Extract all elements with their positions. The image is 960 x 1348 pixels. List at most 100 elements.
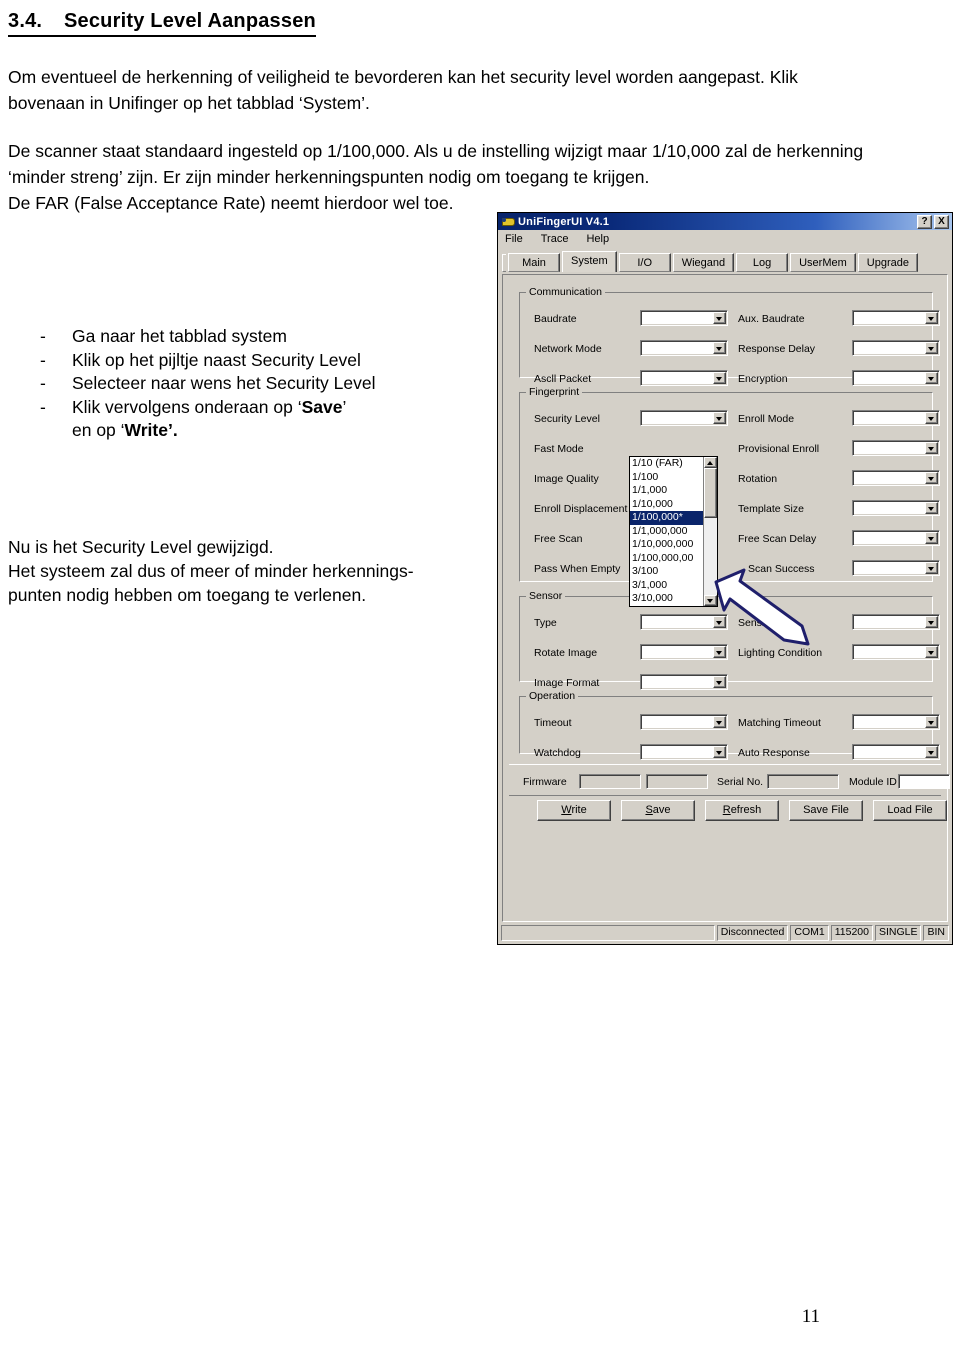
dropdown-option-selected[interactable]: 1/100,000*: [630, 511, 703, 525]
step-text: Selecteer naar wens het Security Level: [72, 373, 376, 393]
combo-aux-baudrate[interactable]: [852, 310, 940, 326]
menu-item-trace[interactable]: Trace: [539, 232, 571, 246]
chevron-down-icon[interactable]: [925, 312, 938, 324]
dropdown-option[interactable]: 1/1,000: [630, 484, 703, 498]
dropdown-option[interactable]: 1/10,000: [630, 498, 703, 512]
combo-rotate-image[interactable]: [640, 644, 728, 660]
steps-list: - Ga naar het tabblad system - Klik op het…: [8, 325, 478, 443]
chevron-down-icon[interactable]: [925, 442, 938, 454]
menu-bar: File Trace Help: [498, 230, 952, 248]
refresh-accel: R: [722, 804, 731, 816]
label-image-quality: Image Quality: [534, 473, 599, 485]
combo-baudrate[interactable]: [640, 310, 728, 326]
chevron-down-icon[interactable]: [713, 746, 726, 758]
write-button[interactable]: Write: [537, 800, 611, 821]
chevron-down-icon[interactable]: [925, 532, 938, 544]
combo-free-scan-delay[interactable]: [852, 530, 940, 546]
chevron-down-icon[interactable]: [925, 746, 938, 758]
chevron-down-icon[interactable]: [713, 342, 726, 354]
chevron-down-icon[interactable]: [713, 372, 726, 384]
dropdown-option[interactable]: 1/1,000,000: [630, 525, 703, 539]
dropdown-option[interactable]: 3/1,000: [630, 579, 703, 593]
combo-type[interactable]: [640, 614, 728, 630]
step-write-pre: en op ‘: [72, 420, 125, 440]
chevron-down-icon[interactable]: [925, 342, 938, 354]
combo-network-mode[interactable]: [640, 340, 728, 356]
tab-wiegand[interactable]: Wiegand: [672, 253, 735, 272]
chevron-down-icon[interactable]: [925, 716, 938, 728]
dropdown-option[interactable]: 1/10 (FAR): [630, 457, 703, 471]
label-template-size: Template Size: [738, 503, 804, 515]
scroll-up-icon[interactable]: [704, 457, 717, 468]
chevron-down-icon[interactable]: [713, 676, 726, 688]
status-baud: 115200: [830, 925, 873, 941]
status-message: [501, 925, 715, 941]
combo-auto-response[interactable]: [852, 744, 940, 760]
combo-response-delay[interactable]: [852, 340, 940, 356]
dropdown-option[interactable]: 1/100,000,00: [630, 552, 703, 566]
chevron-down-icon[interactable]: [713, 716, 726, 728]
chevron-down-icon[interactable]: [925, 372, 938, 384]
chevron-down-icon[interactable]: [713, 616, 726, 628]
label-serial-no: Serial No.: [717, 776, 764, 788]
tab-io[interactable]: I/O: [618, 253, 671, 272]
combo-timeout[interactable]: [640, 714, 728, 730]
combo-security-level[interactable]: [640, 410, 728, 426]
combo-ascll-packet[interactable]: [640, 370, 728, 386]
tab-upgrade[interactable]: Upgrade: [857, 253, 918, 272]
combo-template-size[interactable]: [852, 500, 940, 516]
dropdown-option[interactable]: 3/10,000: [630, 592, 703, 606]
tab-log[interactable]: Log: [736, 253, 789, 272]
paragraph-closing: Nu is het Security Level gewijzigd. Het …: [8, 537, 414, 605]
chevron-down-icon[interactable]: [925, 646, 938, 658]
scroll-down-icon[interactable]: [704, 594, 717, 606]
bullet-dash: -: [40, 373, 46, 393]
write-accel: W: [561, 804, 572, 816]
menu-item-file[interactable]: File: [503, 232, 525, 246]
dropdown-option[interactable]: 1/10,000,000: [630, 538, 703, 552]
chevron-down-icon[interactable]: [925, 616, 938, 628]
combo-encryption[interactable]: [852, 370, 940, 386]
combo-scan-success[interactable]: [852, 560, 940, 576]
save-button[interactable]: Save: [621, 800, 695, 821]
dropdown-option[interactable]: 3/100: [630, 565, 703, 579]
unifinger-window: UniFingerUI V4.1 ? X File Trace Help Mai…: [497, 212, 953, 945]
menu-item-help[interactable]: Help: [584, 232, 611, 246]
scrollbar-thumb[interactable]: [704, 468, 717, 518]
tab-usermem[interactable]: UserMem: [790, 253, 856, 272]
dropdown-option[interactable]: 1/100: [630, 471, 703, 485]
chevron-down-icon[interactable]: [713, 646, 726, 658]
combo-matching-timeout[interactable]: [852, 714, 940, 730]
chevron-down-icon[interactable]: [713, 412, 726, 424]
security-level-dropdown-list[interactable]: 1/10 (FAR) 1/100 1/1,000 1/10,000 1/100,…: [629, 456, 718, 607]
firmware-field-2: [646, 773, 708, 789]
status-port: COM1: [790, 925, 829, 941]
refresh-button[interactable]: Refresh: [705, 800, 779, 821]
combo-enroll-mode[interactable]: [852, 410, 940, 426]
status-connection: Disconnected: [716, 925, 789, 941]
chevron-down-icon[interactable]: [713, 312, 726, 324]
close-icon[interactable]: X: [934, 214, 949, 229]
save-file-button[interactable]: Save File: [789, 800, 863, 821]
combo-image-format[interactable]: [640, 674, 728, 690]
tab-system[interactable]: System: [562, 251, 617, 272]
chevron-down-icon[interactable]: [925, 412, 938, 424]
dropdown-scrollbar[interactable]: [703, 457, 717, 606]
combo-lighting-condition[interactable]: [852, 644, 940, 660]
page-title: 3.4. Security Level Aanpassen: [8, 10, 316, 37]
app-key-icon: [501, 215, 515, 228]
combo-sensitivity[interactable]: [852, 614, 940, 630]
chevron-down-icon[interactable]: [925, 472, 938, 484]
chevron-down-icon[interactable]: [925, 502, 938, 514]
group-fingerprint-legend: Fingerprint: [526, 386, 583, 398]
combo-provisional-enroll[interactable]: [852, 440, 940, 456]
module-id-field[interactable]: [898, 773, 950, 789]
combo-watchdog[interactable]: [640, 744, 728, 760]
help-button[interactable]: ?: [917, 214, 932, 229]
label-fast-mode: Fast Mode: [534, 443, 584, 455]
combo-rotation[interactable]: [852, 470, 940, 486]
tab-main[interactable]: Main: [508, 253, 560, 272]
scrollbar-track[interactable]: [704, 518, 717, 595]
load-file-button[interactable]: Load File: [873, 800, 947, 821]
chevron-down-icon[interactable]: [925, 562, 938, 574]
